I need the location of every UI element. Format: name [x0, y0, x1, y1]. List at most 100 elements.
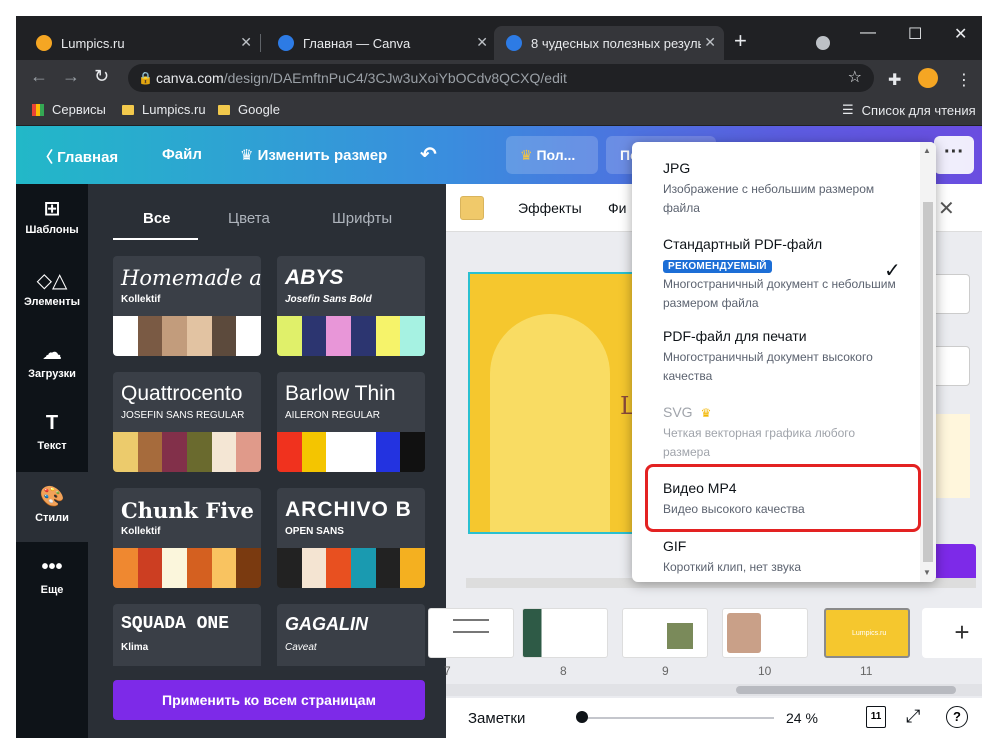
- tab-canva-home[interactable]: Главная — Canva ✕: [266, 26, 496, 60]
- page-thumbnail[interactable]: [428, 608, 514, 658]
- sidebar-item-label: Еще: [40, 584, 64, 596]
- format-option-pdf-standard[interactable]: Стандартный PDF-файл РЕКОМЕНДУЕМЫЙ Много…: [632, 236, 918, 313]
- format-title: GIF: [663, 538, 687, 554]
- color-swatch[interactable]: [460, 196, 484, 220]
- left-sidebar: ⊞ Шаблоны ◇△ Элементы ☁ Загрузки T Текст 🎨 Ст…: [16, 184, 88, 738]
- style-card[interactable]: Homemade a Kollektif: [113, 256, 261, 356]
- reading-list-label: Список для чтения: [861, 102, 976, 118]
- tab-lumpics[interactable]: Lumpics.ru ✕: [24, 26, 260, 60]
- reading-list[interactable]: ☰ Список для чтения: [842, 102, 976, 118]
- page-thumbnail[interactable]: [522, 608, 608, 658]
- scroll-up-icon[interactable]: ▲: [923, 146, 931, 155]
- palette-swatch: [162, 548, 188, 588]
- extensions-icon[interactable]: ✚: [888, 70, 901, 90]
- sidebar-item-label: Шаблоны: [25, 224, 79, 236]
- bookmark-label: Сервисы: [52, 102, 106, 117]
- resize-label: Изменить размер: [257, 147, 388, 164]
- canva-favicon-icon: [506, 35, 522, 51]
- sidebar-item-text[interactable]: T Текст: [16, 400, 88, 470]
- palette-swatch: [137, 316, 163, 356]
- style-card-title: GAGALIN: [285, 614, 368, 634]
- style-card[interactable]: GAGALIN Caveat: [277, 604, 425, 666]
- more-options-button[interactable]: ···: [934, 136, 974, 174]
- maximize-icon[interactable]: ☐: [908, 24, 922, 44]
- style-card[interactable]: SQUADA ONE Klima: [113, 604, 261, 666]
- sidebar-item-elements[interactable]: ◇△ Элементы: [16, 256, 88, 326]
- zoom-level[interactable]: 24 %: [786, 710, 818, 726]
- reload-icon[interactable]: ↻: [94, 66, 109, 87]
- close-window-icon[interactable]: ✕: [954, 24, 967, 44]
- style-card[interactable]: ABYS Josefin Sans Bold: [277, 256, 425, 356]
- palette-swatch: [326, 316, 352, 356]
- undo-icon[interactable]: ↶: [420, 142, 437, 167]
- tab-colors[interactable]: Цвета: [228, 210, 270, 227]
- share-button[interactable]: ♛ Пол...: [506, 136, 598, 174]
- sidebar-item-styles[interactable]: 🎨 Стили: [16, 472, 88, 542]
- tab-all[interactable]: Все: [143, 210, 171, 227]
- effects-button[interactable]: Эффекты: [518, 200, 582, 216]
- dropdown-scrollbar[interactable]: ▲ ▼: [920, 142, 936, 582]
- address-bar[interactable]: 🔒 canva.com/design/DAEmftnPuC4/3CJw3uXoi…: [128, 64, 874, 92]
- style-card[interactable]: Quattrocento JOSEFIN SANS REGULAR: [113, 372, 261, 472]
- scroll-thumb[interactable]: [736, 686, 956, 694]
- format-option-jpg[interactable]: JPG Изображение с небольшим размером фай…: [632, 160, 918, 218]
- design-canvas[interactable]: L: [468, 272, 638, 534]
- palette-icon: 🎨: [39, 486, 65, 508]
- bookmark-services[interactable]: Сервисы: [32, 102, 106, 117]
- close-tab-icon[interactable]: ✕: [476, 34, 488, 51]
- filter-button[interactable]: Фи: [608, 200, 626, 216]
- close-icon[interactable]: ✕: [938, 196, 955, 221]
- tab-search-icon[interactable]: [816, 36, 830, 50]
- menu-kebab-icon[interactable]: ⋮: [956, 70, 972, 90]
- sidebar-item-more[interactable]: ••• Еще: [16, 544, 88, 614]
- profile-avatar[interactable]: [918, 68, 938, 88]
- minimize-icon[interactable]: —: [860, 24, 876, 42]
- file-menu[interactable]: Файл: [162, 146, 202, 163]
- close-tab-icon[interactable]: ✕: [240, 34, 252, 51]
- tab-fonts[interactable]: Шрифты: [332, 210, 392, 227]
- fullscreen-icon[interactable]: ⤢: [906, 706, 920, 727]
- home-label: Главная: [57, 149, 119, 166]
- format-description: Многостраничный документ с небольшим раз…: [663, 277, 896, 310]
- zoom-slider[interactable]: [578, 717, 774, 719]
- palette-swatch: [187, 432, 212, 472]
- sidebar-item-uploads[interactable]: ☁ Загрузки: [16, 328, 88, 398]
- page-thumbnail[interactable]: Lumpics.ru: [824, 608, 910, 658]
- page-thumbnail[interactable]: [722, 608, 808, 658]
- scroll-down-icon[interactable]: ▼: [923, 568, 931, 577]
- page-number: 11: [860, 664, 873, 678]
- format-option-pdf-print[interactable]: PDF-файл для печати Многостраничный доку…: [632, 328, 918, 386]
- resize-button[interactable]: ♛ Изменить размер: [240, 146, 387, 164]
- sidebar-item-label: Элементы: [23, 296, 81, 308]
- close-tab-icon[interactable]: ✕: [704, 34, 716, 51]
- page-number: 9: [662, 664, 669, 678]
- style-card[interactable]: Chunk Five Kollektif: [113, 488, 261, 588]
- style-card-subtitle: Kollektif: [121, 294, 161, 305]
- notes-button[interactable]: Заметки: [468, 710, 525, 727]
- style-card[interactable]: ARCHIVO B OPEN SANS: [277, 488, 425, 588]
- bookmark-lumpics[interactable]: Lumpics.ru: [122, 102, 206, 117]
- help-button[interactable]: ?: [946, 706, 968, 728]
- sidebar-item-label: Текст: [37, 440, 67, 452]
- format-option-svg[interactable]: SVG ♛ Четкая векторная графика любого раз…: [632, 404, 918, 462]
- back-icon[interactable]: ←: [30, 66, 48, 87]
- tab-canva-design[interactable]: 8 чудесных полезных результа ✕: [494, 26, 724, 60]
- new-tab-button[interactable]: +: [734, 28, 747, 54]
- scroll-thumb[interactable]: [923, 202, 933, 562]
- add-page-button[interactable]: +: [922, 608, 982, 658]
- style-card[interactable]: Barlow Thin AILERON REGULAR: [277, 372, 425, 472]
- bookmark-star-icon[interactable]: ☆: [848, 64, 862, 92]
- zoom-slider-handle[interactable]: [576, 711, 588, 723]
- highlight-annotation: [645, 464, 921, 532]
- page-thumbnail[interactable]: [622, 608, 708, 658]
- apply-to-all-pages-button[interactable]: Применить ко всем страницам: [113, 680, 425, 720]
- home-button[interactable]: 〈 Главная: [38, 146, 118, 167]
- lumpics-favicon-icon: [36, 35, 52, 51]
- thumbnails-scrollbar[interactable]: [446, 684, 982, 696]
- page-count-button[interactable]: 11: [866, 706, 886, 728]
- forward-icon[interactable]: →: [62, 66, 80, 87]
- sidebar-item-templates[interactable]: ⊞ Шаблоны: [16, 184, 88, 254]
- palette-swatch: [375, 548, 401, 588]
- bookmark-google[interactable]: Google: [218, 102, 280, 117]
- format-option-gif[interactable]: GIF Короткий клип, нет звука: [632, 538, 918, 577]
